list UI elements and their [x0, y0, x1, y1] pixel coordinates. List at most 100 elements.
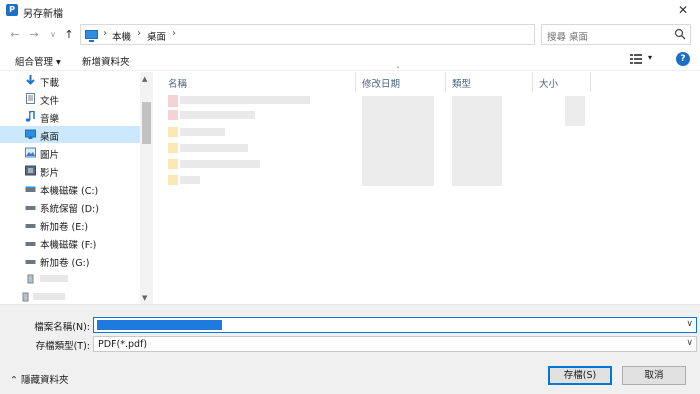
column-divider[interactable] [532, 72, 533, 92]
drive-icon [25, 242, 36, 246]
save-options-panel: 檔案名稱(N): ∨ 存檔類型(T): PDF(*.pdf) ∨ ⌃ 隱藏資料夾… [0, 304, 700, 394]
cancel-button[interactable]: 取消 [622, 366, 686, 385]
hide-folders-button[interactable]: ⌃ 隱藏資料夾 [10, 372, 68, 386]
sidebar-item-label: 下載 [40, 78, 60, 89]
documents-icon [26, 93, 35, 104]
drive-icon [25, 186, 36, 192]
file-icon-redacted [168, 110, 178, 120]
chevron-down-icon[interactable]: ∨ [686, 338, 693, 348]
navigation-pane: 下載 文件 音樂 桌面 圖片 影片 本機磁碟 (C:) 系統保留 (D:) 新加… [0, 72, 140, 304]
title-bar: P 另存新檔 ✕ [0, 0, 700, 21]
column-header-date-modified[interactable]: 修改日期 [362, 76, 400, 94]
file-name-redacted [180, 111, 255, 119]
sidebar-item-label: 影片 [40, 168, 60, 179]
file-name-redacted [180, 144, 248, 152]
folder-icon-redacted [168, 143, 178, 153]
drive-icon [25, 206, 36, 210]
breadcrumb-separator[interactable]: › [137, 28, 141, 39]
close-button[interactable]: ✕ [666, 0, 700, 21]
filetype-label: 存檔類型(T): [35, 341, 90, 352]
search-input[interactable]: 搜尋 桌面 [541, 24, 691, 45]
column-header-name[interactable]: 名稱 [168, 76, 187, 94]
column-divider[interactable] [445, 72, 446, 92]
address-bar[interactable]: › 本機 › 桌面 › ∨ ↻ [80, 24, 612, 45]
view-options-dropdown[interactable]: ▾ [648, 53, 652, 62]
view-options-icon[interactable] [630, 54, 642, 64]
sidebar-item-label: 新加卷 (G:) [40, 258, 90, 269]
sidebar-item-pictures[interactable]: 圖片 [0, 144, 140, 161]
breadcrumb-this-pc[interactable]: 本機 [112, 29, 131, 43]
sidebar-item-redacted-network[interactable] [0, 288, 140, 304]
folder-icon-redacted [168, 175, 178, 185]
date-column-redacted [362, 96, 434, 186]
usb-drive-icon [22, 292, 29, 302]
command-toolbar: 組合管理 ▾ 新增資料夾 ▾ ? [0, 49, 700, 71]
download-icon [26, 75, 35, 85]
drive-icon [25, 224, 36, 228]
forward-button[interactable]: → [27, 27, 41, 43]
search-icon[interactable] [674, 28, 686, 40]
sidebar-item-drive-e[interactable]: 新加卷 (E:) [0, 216, 140, 233]
file-name-redacted [180, 176, 200, 184]
file-name-redacted [180, 128, 225, 136]
sidebar-item-documents[interactable]: 文件 [0, 90, 140, 107]
sidebar-item-label: 文件 [40, 96, 60, 107]
filetype-select[interactable]: PDF(*.pdf) ∨ [93, 336, 697, 352]
save-button[interactable]: 存檔(S) [548, 366, 612, 385]
redacted-label [40, 275, 68, 282]
drive-icon [25, 260, 36, 264]
back-button[interactable]: ← [8, 27, 22, 43]
sidebar-item-label: 本機磁碟 (C:) [40, 186, 99, 197]
recent-locations-button[interactable]: ∨ [46, 27, 60, 43]
breadcrumb-desktop[interactable]: 桌面 [147, 29, 166, 43]
search-placeholder: 搜尋 桌面 [547, 32, 589, 43]
file-name-redacted [180, 160, 260, 168]
music-icon [25, 111, 35, 122]
scroll-thumb[interactable] [142, 102, 151, 144]
organize-button[interactable]: 組合管理 ▾ [15, 54, 61, 68]
sidebar-item-desktop[interactable]: 桌面 [0, 126, 140, 143]
sidebar-item-label: 音樂 [40, 114, 60, 125]
sidebar-item-music[interactable]: 音樂 [0, 108, 140, 125]
type-column-redacted [452, 96, 502, 186]
sidebar-item-drive-d[interactable]: 系統保留 (D:) [0, 198, 140, 215]
sidebar-item-label: 系統保留 (D:) [40, 204, 99, 215]
scroll-down-arrow[interactable]: ▼ [142, 294, 147, 302]
computer-icon [85, 30, 98, 42]
filename-input[interactable]: ∨ [93, 317, 697, 333]
filetype-value: PDF(*.pdf) [98, 339, 148, 350]
size-column-redacted [565, 96, 585, 126]
column-header-size[interactable]: 大小 [539, 76, 558, 94]
column-divider[interactable] [590, 72, 591, 92]
sidebar-item-downloads[interactable]: 下載 [0, 72, 140, 89]
file-name-redacted [180, 96, 310, 104]
breadcrumb-separator[interactable]: › [103, 28, 107, 39]
videos-icon [25, 165, 36, 176]
column-divider[interactable] [355, 72, 356, 92]
column-header-type[interactable]: 類型 [452, 76, 471, 94]
folder-icon-redacted [168, 127, 178, 137]
address-bar-row: ← → ∨ ↑ › 本機 › 桌面 › ∨ ↻ 搜尋 桌面 [0, 22, 700, 48]
scroll-up-arrow[interactable]: ▲ [142, 75, 147, 83]
sidebar-item-redacted-device[interactable] [0, 270, 140, 287]
sort-indicator-icon: ˇ [396, 66, 400, 75]
sidebar-item-drive-c[interactable]: 本機磁碟 (C:) [0, 180, 140, 197]
sidebar-item-label: 桌面 [40, 132, 60, 143]
sidebar-item-videos[interactable]: 影片 [0, 162, 140, 179]
up-button[interactable]: ↑ [62, 27, 76, 43]
sidebar-item-drive-g[interactable]: 新加卷 (G:) [0, 252, 140, 269]
sidebar-item-label: 圖片 [40, 150, 60, 161]
app-icon: P [6, 4, 18, 16]
chevron-down-icon[interactable]: ∨ [686, 319, 693, 329]
sidebar-scrollbar[interactable]: ▲ ▼ [140, 72, 153, 304]
new-folder-button[interactable]: 新增資料夾 [82, 54, 130, 68]
help-icon[interactable]: ? [676, 52, 690, 66]
breadcrumb-separator[interactable]: › [172, 28, 176, 39]
sidebar-item-drive-f[interactable]: 本機磁碟 (F:) [0, 234, 140, 251]
filename-label: 檔案名稱(N): [34, 322, 90, 333]
redacted-label [33, 293, 65, 300]
window-title: 另存新檔 [23, 9, 63, 20]
file-icon-redacted [168, 95, 178, 107]
usb-drive-icon [27, 274, 34, 284]
folder-icon-redacted [168, 159, 178, 169]
